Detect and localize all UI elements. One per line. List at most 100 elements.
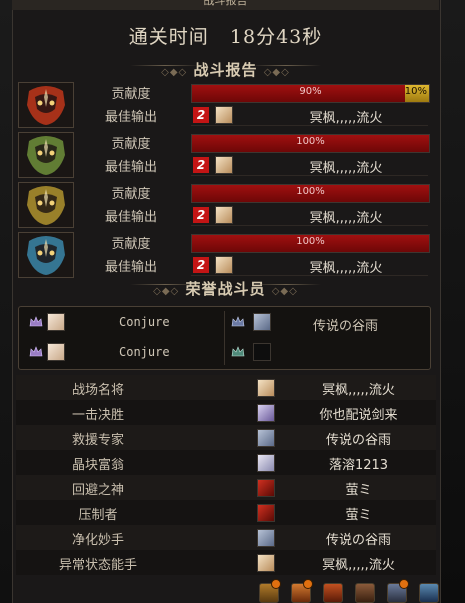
award-row: 回避之神 萤ミ (16, 475, 436, 500)
contribution-bar: 90% 10% (191, 84, 430, 103)
empty-slot-icon (253, 343, 271, 361)
crown-icon (231, 316, 245, 327)
clear-time-label: 通关时间 (128, 26, 209, 48)
award-title: 净化妙手 (71, 533, 124, 548)
best-output-player[interactable]: 冥枫,,,,,流火 (271, 207, 421, 226)
award-row: 晶块富翁 落溶1213 (16, 450, 436, 475)
honor-member[interactable]: Conjure (29, 312, 219, 338)
award-row: 救援专家 传说の谷雨 (16, 425, 436, 450)
player-avatar-icon (215, 156, 233, 174)
best-output-label: 最佳输出 (104, 160, 157, 175)
best-output: 2 冥枫,,,,,流火 (191, 106, 428, 126)
contribution-bar: 100% (191, 184, 430, 203)
ornament-icon: ◇◆◇ (153, 286, 180, 297)
player-avatar-icon (215, 256, 233, 274)
window-title: 战斗报告 (203, 0, 248, 7)
honor-members-box: Conjure 传说の谷雨 Conjure (18, 306, 431, 370)
honor-heading: ◇◆◇ 荣誉战斗员 ◇◆◇ (12, 278, 439, 299)
player-avatar-icon (257, 479, 275, 497)
crown-icon (29, 346, 43, 357)
player-avatar-icon (257, 404, 275, 422)
battle-report-heading-text: 战斗报告 (193, 61, 258, 79)
award-title: 异常状态能手 (58, 558, 137, 573)
best-output-player[interactable]: 冥枫,,,,,流火 (271, 157, 421, 176)
contribution-value: 90% (299, 86, 322, 97)
bottom-taskbar (255, 579, 465, 603)
clear-time: 通关时间 18分43秒 (12, 22, 439, 49)
award-player[interactable]: 你也配说剑来 (286, 404, 431, 423)
ornament-icon: ◇◆◇ (263, 67, 290, 78)
inventory-icon[interactable] (355, 583, 375, 603)
award-title: 晶块富翁 (71, 458, 124, 473)
honor-member[interactable] (231, 342, 421, 368)
contribution-bar: 100% (191, 234, 430, 253)
award-row: 异常状态能手 冥枫,,,,,流火 (16, 550, 436, 575)
award-player[interactable]: 萤ミ (286, 479, 431, 498)
battle-report-row: 贡献度 100% 最佳输出 2 冥枫,,,,,流火 (18, 132, 430, 178)
crown-icon (231, 346, 245, 357)
best-output-label: 最佳输出 (104, 210, 157, 225)
contribution-value: 100% (296, 236, 325, 247)
contribution-value: 100% (296, 186, 325, 197)
honor-member-name: 传说の谷雨 (313, 319, 379, 334)
contribution-bar: 100% (191, 134, 430, 153)
best-output: 2 冥枫,,,,,流火 (191, 256, 428, 276)
battle-report-row: 贡献度 100% 最佳输出 2 冥枫,,,,,流火 (18, 182, 430, 228)
award-row: 净化妙手 传说の谷雨 (16, 525, 436, 550)
award-player[interactable]: 萤ミ (286, 504, 431, 523)
contribution-label: 贡献度 (111, 137, 151, 152)
best-output: 2 冥枫,,,,,流火 (191, 206, 428, 226)
best-output-label: 最佳输出 (104, 110, 157, 125)
award-title: 救援专家 (71, 433, 124, 448)
award-player[interactable]: 传说の谷雨 (286, 529, 431, 548)
award-player[interactable]: 冥枫,,,,,流火 (286, 554, 431, 573)
honor-member[interactable]: Conjure (29, 342, 219, 368)
honor-member[interactable]: 传说の谷雨 (231, 312, 421, 338)
contribution-label: 贡献度 (111, 187, 151, 202)
window-titlebar[interactable]: 战斗报告 (12, 0, 439, 10)
gold-mask-emblem-icon (18, 182, 74, 228)
award-title: 战场名将 (71, 383, 124, 398)
player-avatar-icon (257, 529, 275, 547)
notification-dot-icon (303, 579, 313, 589)
honor-member-name: Conjure (119, 345, 170, 359)
blue-mask-emblem-icon (18, 232, 74, 278)
award-title: 一击决胜 (71, 408, 124, 423)
player-avatar-icon (215, 206, 233, 224)
notification-dot-icon (399, 579, 409, 589)
ornament-icon: ◇◆◇ (161, 67, 188, 78)
player-avatar-icon (253, 313, 271, 331)
rank-badge: 2 (193, 207, 209, 223)
notification-dot-icon (271, 579, 281, 589)
player-avatar-icon (215, 106, 233, 124)
best-output: 2 冥枫,,,,,流火 (191, 156, 428, 176)
award-player[interactable]: 冥枫,,,,,流火 (286, 379, 431, 398)
rank-badge: 2 (193, 157, 209, 173)
best-output-label: 最佳输出 (104, 260, 157, 275)
player-avatar-icon (257, 554, 275, 572)
fire-mask-emblem-icon (18, 82, 74, 128)
award-row: 一击决胜 你也配说剑来 (16, 400, 436, 425)
shield-icon[interactable] (419, 583, 439, 603)
player-avatar-icon (257, 379, 275, 397)
clear-time-value: 18分43秒 (229, 26, 323, 48)
best-output-player[interactable]: 冥枫,,,,,流火 (271, 257, 421, 276)
award-title: 压制者 (78, 508, 118, 523)
player-avatar-icon (47, 313, 65, 331)
award-player[interactable]: 落溶1213 (286, 454, 431, 473)
award-row: 压制者 萤ミ (16, 500, 436, 525)
player-avatar-icon (257, 504, 275, 522)
battle-report-row: 贡献度 90% 10% 最佳输出 2 冥枫,,,,,流火 (18, 82, 430, 128)
player-avatar-icon (257, 429, 275, 447)
best-output-player[interactable]: 冥枫,,,,,流火 (271, 107, 421, 126)
award-row: 战场名将 冥枫,,,,,流火 (16, 375, 436, 400)
chest-icon[interactable] (323, 583, 343, 603)
contribution-label: 贡献度 (111, 87, 151, 102)
honor-divider (224, 311, 225, 365)
rank-badge: 2 (193, 257, 209, 273)
rank-badge: 2 (193, 107, 209, 123)
player-avatar-icon (257, 454, 275, 472)
crown-icon (29, 316, 43, 327)
award-player[interactable]: 传说の谷雨 (286, 429, 431, 448)
battle-report-row: 贡献度 100% 最佳输出 2 冥枫,,,,,流火 (18, 232, 430, 278)
